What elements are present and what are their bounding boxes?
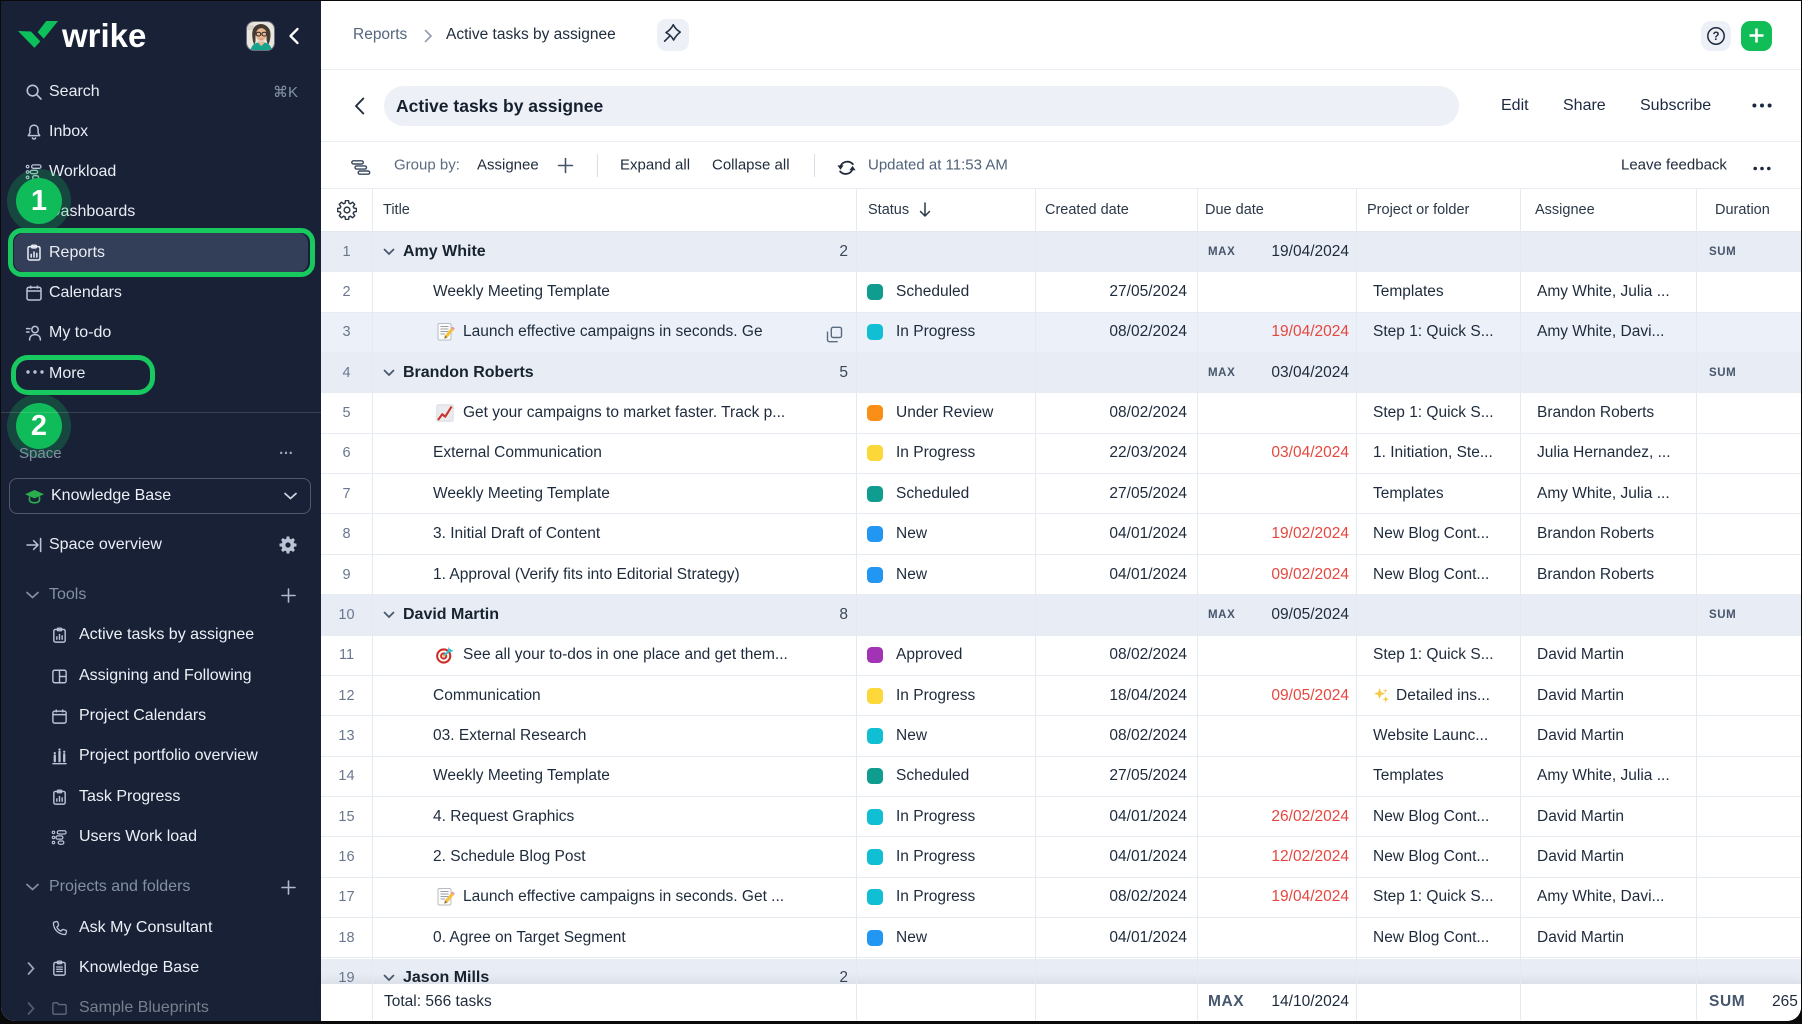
svg-text:?: ? [1712,31,1719,43]
svg-text:wrike: wrike [61,17,146,53]
